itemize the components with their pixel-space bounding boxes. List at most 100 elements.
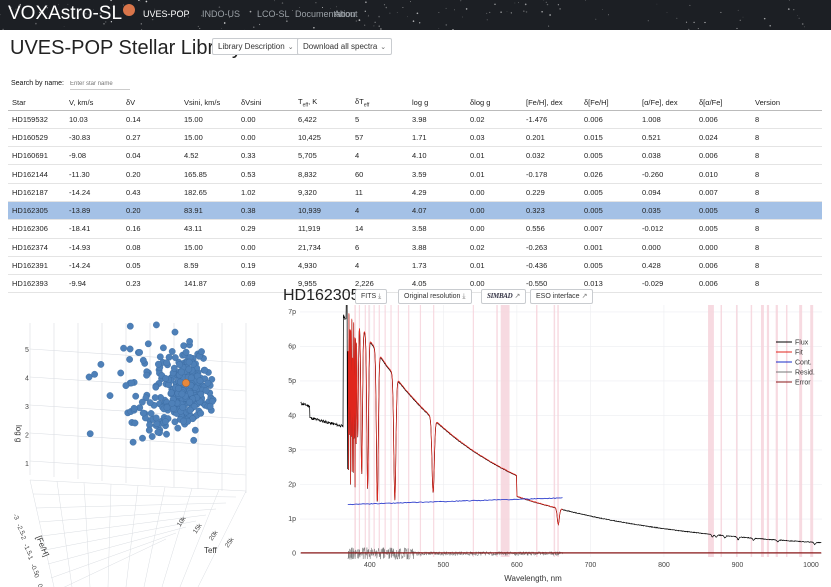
download-icon: ⤓ — [462, 293, 466, 300]
library-description-button[interactable]: Library Description ⌄ — [212, 38, 300, 55]
star-dot — [676, 17, 678, 20]
star-dot — [249, 10, 252, 13]
table-cell: HD159532 — [8, 110, 65, 129]
table-row[interactable]: HD160529 -30.83 0.27 15.00 0.00 10,425 57 1.71 0… — [8, 128, 822, 148]
table-cell: 10,939 — [294, 201, 351, 221]
star-dot — [763, 17, 766, 20]
star-dot — [374, 21, 376, 23]
scatter-point — [154, 428, 162, 436]
masked-region — [419, 305, 422, 557]
star-dot — [315, 2, 317, 4]
table-header-cell[interactable]: δTeff — [351, 95, 408, 111]
star-dot — [438, 12, 440, 13]
scatter-point — [206, 402, 214, 410]
table-cell: 0.038 — [638, 146, 695, 166]
table-row[interactable]: HD162391 -14.24 0.05 8.59 0.19 4,930 4 1.73 0.01… — [8, 256, 822, 276]
table-cell: -0.263 — [522, 238, 580, 257]
spectrum-chart[interactable]: 0 1p 2p 3p 4p 5p 6p 7p 400 500 600 700 800 900 1000 Wav… — [270, 305, 831, 587]
table-row[interactable]: HD160691 -9.08 0.04 4.52 0.33 5,705 4 4.10 0.01 0… — [8, 146, 822, 166]
masked-region — [775, 305, 778, 557]
star-dot — [666, 12, 668, 13]
scatter-point — [178, 390, 186, 398]
star-dot — [595, 18, 597, 20]
table-header-cell[interactable]: δlog g — [466, 95, 522, 111]
page-title: UVES-POP Stellar Library — [10, 37, 242, 59]
star-dot — [798, 17, 800, 19]
star-dot — [737, 9, 739, 11]
table-cell: 0.05 — [122, 256, 180, 276]
table-header-cell[interactable]: δ[Fe/H] — [580, 95, 638, 111]
scatter-point — [163, 359, 171, 367]
table-cell: 3.98 — [408, 110, 466, 129]
table-cell: 8 — [751, 219, 822, 239]
table-cell: 0.00 — [237, 128, 294, 148]
star-dot — [608, 14, 610, 16]
scatter-point — [86, 430, 94, 438]
eso-interface-button[interactable]: ESO interface ↗ — [530, 289, 594, 304]
table-cell: -14.24 — [65, 183, 122, 202]
masked-region — [384, 305, 386, 557]
table-header-cell[interactable]: V, km/s — [65, 95, 122, 111]
star-dot — [793, 9, 795, 11]
table-header-cell[interactable]: δV — [122, 95, 180, 111]
table-cell: 0.01 — [466, 146, 522, 166]
table-cell: 0.001 — [580, 238, 638, 257]
table-header-cell[interactable]: [α/Fe], dex — [638, 95, 695, 111]
search-input[interactable] — [70, 78, 130, 90]
original-resolution-label: Original resolution — [404, 293, 461, 300]
nav-link-uves-pop[interactable]: UVES-POP — [143, 9, 190, 19]
download-all-button[interactable]: Download all spectra ⌄ — [297, 38, 393, 55]
scatter-3d-chart[interactable]: 12345log g-3-2.5-2-1.5-1-0.500.5[Fe/H]10… — [0, 305, 270, 587]
star-dot — [739, 19, 741, 21]
download-all-label: Download all spectra — [303, 42, 378, 51]
scatter-point — [152, 414, 160, 422]
star-dot — [274, 0, 276, 2]
brand-logo[interactable]: VOXAstro-SL — [8, 3, 136, 25]
star-dot — [221, 28, 222, 30]
table-row[interactable]: HD162306 -18.41 0.16 43.11 0.29 11,919 14 3.58 0… — [8, 219, 822, 239]
y-tick-label: -2 — [18, 533, 27, 542]
selected-star-name: HD162305 — [283, 287, 360, 304]
original-resolution-button[interactable]: Original resolution ⤓ — [398, 289, 472, 304]
table-header-cell[interactable]: Star — [8, 95, 65, 111]
table-header-cell[interactable]: Vsini, km/s — [180, 95, 237, 111]
table-row[interactable]: HD162374 -14.93 0.08 15.00 0.00 21,734 6 3.88 0.… — [8, 238, 822, 257]
star-dot — [313, 26, 315, 29]
table-header-cell[interactable]: δVsini — [237, 95, 294, 111]
y-tick-label: 7p — [288, 309, 296, 316]
legend-label: Flux — [795, 340, 809, 347]
star-dot — [602, 9, 603, 10]
table-header-cell[interactable]: Version — [751, 95, 822, 111]
table-cell: -14.93 — [65, 238, 122, 257]
star-dot — [506, 11, 508, 12]
fits-download-button[interactable]: FITS ⤓ — [355, 289, 388, 304]
table-cell: 0.005 — [580, 201, 638, 221]
table-cell: 10.03 — [65, 110, 122, 129]
scatter-point — [120, 344, 128, 352]
simbad-link-button[interactable]: SIMBAD ↗ — [481, 289, 527, 304]
table-cell: -30.83 — [65, 128, 122, 148]
table-header-cell[interactable]: Teff, K — [294, 95, 351, 111]
masked-region — [708, 305, 714, 557]
scatter-point — [177, 368, 185, 376]
masked-region — [408, 305, 410, 557]
nav-link-about[interactable]: About — [334, 9, 358, 19]
table-row[interactable]: HD159532 10.03 0.14 15.00 0.00 6,422 5 3.98 0.02… — [8, 110, 822, 129]
y-tick-label: 6p — [288, 343, 296, 350]
table-cell: 0.20 — [122, 201, 180, 221]
scatter-point — [163, 404, 171, 412]
table-cell: 0.29 — [237, 219, 294, 239]
table-header-cell[interactable]: log g — [408, 95, 466, 111]
table-header-cell[interactable]: [Fe/H], dex — [522, 95, 580, 111]
table-row[interactable]: HD162144 -11.30 0.20 165.85 0.53 8,832 60 3.59 0… — [8, 164, 822, 184]
table-cell: HD162374 — [8, 238, 65, 257]
star-dot — [396, 12, 398, 13]
table-row[interactable]: HD162187 -14.24 0.43 182.65 1.02 9,320 11 4.29 0… — [8, 183, 822, 202]
table-cell: 0.024 — [695, 128, 751, 148]
table-header-cell[interactable]: δ[α/Fe] — [695, 95, 751, 111]
scatter-point — [126, 356, 134, 363]
highlighted-star-point — [182, 379, 190, 387]
nav-link-indo-us[interactable]: INDO-US — [202, 9, 240, 19]
table-row[interactable]: HD162305 -13.89 0.20 83.91 0.38 10,939 4 4.07 0.… — [8, 201, 822, 221]
nav-link-lco-sl[interactable]: LCO-SL — [257, 9, 290, 19]
